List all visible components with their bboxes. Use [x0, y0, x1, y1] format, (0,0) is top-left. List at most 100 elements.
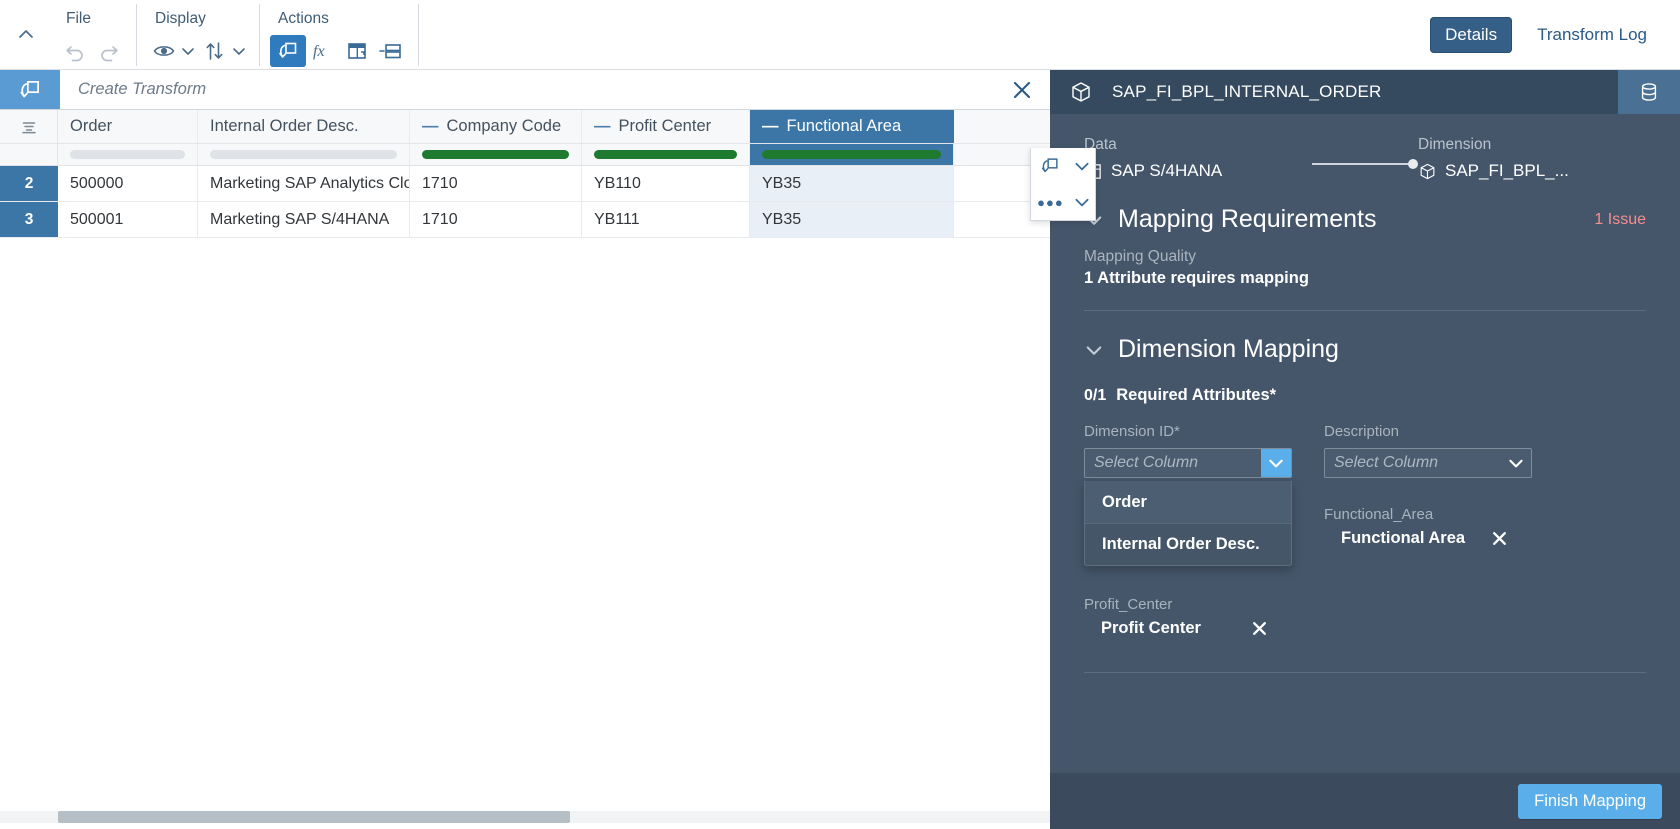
tab-transform-log[interactable]: Transform Log [1522, 17, 1662, 53]
connection-dimension-value: SAP_FI_BPL_... [1445, 161, 1569, 180]
cell-company-code[interactable]: 1710 [410, 202, 582, 237]
chevron-down-icon [1075, 162, 1089, 171]
column-header-company-code[interactable]: — Company Code [410, 110, 582, 143]
mapping-quality-label: Mapping Quality [1084, 248, 1197, 265]
mapped-functional-area-label: Functional_Area [1324, 506, 1434, 523]
column-transform-caret[interactable] [1070, 157, 1095, 175]
database-button[interactable] [1618, 70, 1680, 114]
overflow-dots-icon: ●●● [1037, 194, 1064, 210]
eye-icon [153, 46, 175, 56]
column-action-more-row: ●●● [1031, 184, 1095, 220]
required-attributes-count: 0/1 [1084, 387, 1107, 404]
cell-functional-area[interactable]: YB35 [750, 202, 954, 237]
close-icon [1493, 532, 1506, 545]
toolbar-group-file-title: File [66, 10, 91, 27]
row-number[interactable]: 2 [0, 166, 58, 201]
column-action-popup: ●●● [1030, 148, 1096, 221]
cube-icon [1072, 82, 1090, 102]
connection-dimension-label: Dimension [1418, 136, 1492, 153]
quality-bar-fill [594, 150, 737, 159]
cell-internal-order-desc[interactable]: Marketing SAP Analytics Clou [198, 166, 410, 201]
row-number[interactable]: 3 [0, 202, 58, 237]
transform-icon [279, 42, 297, 58]
cell-order[interactable]: 500001 [58, 202, 198, 237]
grid-gutter-header[interactable] [0, 110, 58, 143]
grid-header-row: Order Internal Order Desc. — Company Cod… [0, 110, 1050, 144]
table-row[interactable]: 2 500000 Marketing SAP Analytics Clou 17… [0, 166, 1050, 202]
column-header-order[interactable]: Order [58, 110, 198, 143]
required-attributes-row: 0/1 Required Attributes* [1050, 364, 1680, 405]
formula-button[interactable]: fx [306, 36, 340, 66]
side-panel-body: Data SAP S/4HANA Dimension SAP_FI_BPL_..… [1050, 114, 1680, 773]
undo-button[interactable] [58, 36, 92, 66]
chevron-down-icon [182, 48, 194, 55]
sort-dropdown-caret[interactable] [229, 36, 249, 66]
remove-profit-center-mapping-button[interactable] [1251, 620, 1268, 637]
cell-functional-area[interactable]: YB35 [750, 166, 954, 201]
dimension-id-select-arrow[interactable] [1261, 449, 1291, 477]
required-attributes-label: Required Attributes* [1116, 386, 1277, 404]
description-select-arrow[interactable] [1501, 449, 1531, 477]
description-select[interactable]: Select Column [1324, 448, 1532, 478]
data-grid: Order Internal Order Desc. — Company Cod… [0, 110, 1050, 238]
cell-order[interactable]: 500000 [58, 166, 198, 201]
dimension-mapping-collapse-button[interactable] [1084, 340, 1104, 360]
quality-bar-fill [762, 150, 941, 159]
dropdown-option-internal-order-desc[interactable]: Internal Order Desc. [1085, 523, 1291, 565]
connection-endpoint-dot [1408, 159, 1418, 169]
column-header-profit-center[interactable]: — Profit Center [582, 110, 750, 143]
side-panel-footer: Finish Mapping [1050, 773, 1680, 829]
connection-link [1312, 136, 1418, 176]
toolbar-divider-1 [136, 4, 137, 66]
sort-button[interactable] [198, 36, 232, 66]
close-transform-button[interactable] [994, 70, 1050, 109]
column-transform-button[interactable] [1031, 155, 1070, 177]
column-more-caret[interactable] [1070, 193, 1095, 211]
remove-functional-area-mapping-button[interactable] [1491, 530, 1508, 547]
column-header-functional-area[interactable]: — Functional Area [750, 110, 954, 143]
dimension-mapping-fields: Dimension ID* Select Column Order Intern… [1050, 405, 1680, 638]
visibility-button[interactable] [147, 36, 181, 66]
toolbar-group-actions: Actions fx [264, 0, 414, 70]
connection-data-value: SAP S/4HANA [1111, 161, 1223, 180]
dimension-id-label: Dimension ID* [1084, 423, 1180, 440]
transform-icon [1042, 158, 1058, 173]
collapse-toolbar-button[interactable] [0, 0, 52, 70]
side-panel-title: SAP_FI_BPL_INTERNAL_ORDER [1112, 82, 1382, 101]
create-transform-title: Create Transform [78, 80, 207, 98]
create-transform-button[interactable] [270, 35, 306, 67]
column-action-transform-row [1031, 148, 1095, 184]
tab-details[interactable]: Details [1430, 17, 1513, 53]
column-action-button[interactable] [340, 36, 374, 66]
chevron-up-icon [19, 30, 33, 38]
connection-dimension-col: Dimension SAP_FI_BPL_... [1418, 136, 1646, 181]
database-icon [1641, 83, 1657, 101]
main-content: Create Transform Order Internal Order De… [0, 70, 1050, 829]
table-row[interactable]: 3 500001 Marketing SAP S/4HANA 1710 YB11… [0, 202, 1050, 238]
measure-dash-icon: — [762, 117, 779, 135]
redo-button[interactable] [92, 36, 126, 66]
cell-company-code[interactable]: 1710 [410, 166, 582, 201]
cube-icon [1420, 163, 1435, 179]
column-header-company-code-label: Company Code [446, 117, 562, 135]
description-select-value: Select Column [1334, 454, 1439, 471]
undo-icon [66, 46, 83, 62]
connection-data-col: Data SAP S/4HANA [1084, 136, 1312, 181]
toolbar-divider-2 [259, 4, 260, 66]
transform-bar-icon[interactable] [0, 70, 60, 109]
measure-dash-icon: — [422, 117, 439, 135]
column-more-button[interactable]: ●●● [1031, 195, 1070, 210]
cell-internal-order-desc[interactable]: Marketing SAP S/4HANA [198, 202, 410, 237]
finish-mapping-button[interactable]: Finish Mapping [1518, 783, 1662, 819]
visibility-dropdown-caret[interactable] [178, 36, 198, 66]
top-toolbar: File Display Actions fx Details Transfor… [0, 0, 1680, 70]
cell-profit-center[interactable]: YB110 [582, 166, 750, 201]
cell-profit-center[interactable]: YB111 [582, 202, 750, 237]
column-header-functional-area-label: Functional Area [786, 117, 902, 135]
dimension-id-select[interactable]: Select Column [1084, 448, 1292, 478]
column-header-internal-order-desc[interactable]: Internal Order Desc. [198, 110, 410, 143]
horizontal-scrollbar-thumb[interactable] [58, 811, 570, 823]
row-action-button[interactable] [374, 36, 408, 66]
dropdown-option-order[interactable]: Order [1085, 481, 1291, 523]
mapped-profit-center-row: Profit Center [1084, 619, 1292, 638]
